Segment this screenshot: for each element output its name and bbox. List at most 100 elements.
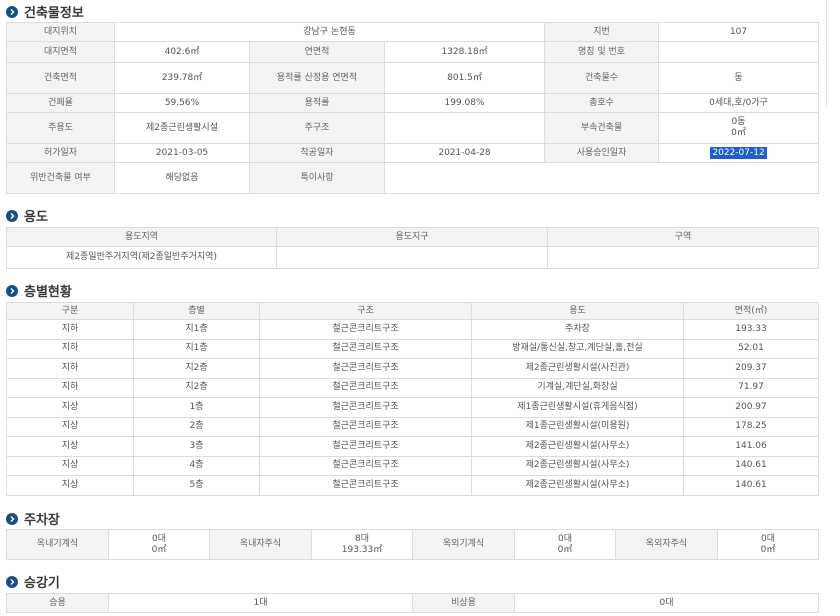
value-name-number — [658, 41, 820, 63]
cell-division: 지하 — [6, 377, 134, 398]
building-info-table: 대지위치 강남구 논현동 지번 107 대지면적 402.6㎡ 연면적 1328… — [6, 22, 820, 194]
cell-area: 178.25 — [683, 416, 819, 437]
cell-area: 209.37 — [683, 358, 819, 379]
cell-structure: 철근콘크리트구조 — [259, 377, 472, 398]
table-row: 지하 지1층 철근콘크리트구조 방재실/통신실,창고,계단실,홀,전실 52.01 — [6, 338, 819, 359]
value-outdoor-self: 0대 0㎡ — [717, 529, 819, 560]
value-outdoor-mechanical: 0대 0㎡ — [514, 529, 616, 560]
section-title-building: 건축물정보 — [6, 2, 84, 21]
table-row: 옥내기계식 0대 0㎡ 옥내자주식 8대 193.33㎡ 옥외기계식 0대 0㎡ 옥외… — [6, 529, 819, 560]
section-title-usage: 용도 — [6, 206, 48, 225]
value-approval-date[interactable]: 2022-07-12 — [658, 143, 820, 163]
cell-division: 지상 — [6, 397, 134, 418]
cell-division: 지상 — [6, 475, 134, 496]
cell-floor: 지2층 — [133, 358, 260, 379]
table-row: 제2종일반주거지역(제2종일반주거지역) — [6, 246, 819, 269]
header-use: 용도 — [471, 302, 684, 320]
table-row: 대지면적 402.6㎡ 연면적 1328.18㎡ 명칭 및 번호 — [6, 41, 820, 63]
label-outdoor-self: 옥외자주식 — [615, 529, 718, 560]
cell-use: 제2종근린생활시설(사무소) — [471, 436, 684, 457]
table-row: 지상 4층 철근콘크리트구조 제2종근린생활시설(사무소) 140.61 — [6, 455, 819, 476]
label-violation: 위반건축물 여부 — [6, 162, 115, 194]
count: 0대 — [557, 533, 572, 544]
header-district: 용도지구 — [276, 227, 548, 247]
count: 0대 — [151, 533, 166, 544]
cell-structure: 철근콘크리트구조 — [259, 358, 472, 379]
annex-area: 0㎡ — [731, 128, 746, 138]
label-passenger: 승용 — [6, 593, 109, 613]
section-title-parking: 주차장 — [6, 509, 60, 528]
area: 193.33㎡ — [341, 544, 383, 555]
cell-use: 주차장 — [471, 319, 684, 340]
table-row: 주용도 제2종근린생활시설 주구조 부속건축물 0동 0㎡ — [6, 112, 820, 144]
label-main-structure: 주구조 — [249, 112, 385, 144]
value-district — [276, 246, 548, 269]
table-row: 허가일자 2021-03-05 착공일자 2021-04-28 사용승인일자 2… — [6, 143, 820, 163]
table-header-row: 구분 층별 구조 용도 면적(㎡) — [6, 302, 819, 320]
value-main-use: 제2종근린생활시설 — [114, 112, 250, 144]
elevator-table: 승용 1대 비상용 0대 — [6, 593, 819, 613]
value-violation: 해당없음 — [114, 162, 250, 194]
value-area — [547, 246, 819, 269]
label-coverage-ratio: 건폐율 — [6, 93, 115, 113]
chevron-right-icon — [6, 575, 18, 588]
cell-floor: 4층 — [133, 455, 260, 476]
value-building-count: 동 — [658, 62, 820, 94]
area: 0㎡ — [151, 544, 167, 555]
table-row: 위반건축물 여부 해당없음 특이사항 — [6, 162, 820, 194]
cell-area: 52.01 — [683, 338, 819, 359]
cell-structure: 철근콘크리트구조 — [259, 319, 472, 340]
cell-division: 지하 — [6, 338, 134, 359]
cell-use: 제2종근린생활시설(사무소) — [471, 475, 684, 496]
value-total-floor-area: 1328.18㎡ — [383, 41, 546, 63]
value-zone: 제2종일반주거지역(제2종일반주거지역) — [6, 246, 277, 269]
label-building-area: 건축면적 — [6, 62, 115, 94]
table-row: 지상 5층 철근콘크리트구조 제2종근린생활시설(사무소) 140.61 — [6, 475, 819, 496]
table-row: 지하 지2층 철근콘크리트구조 제2종근린생활시설(사진관) 209.37 — [6, 358, 819, 379]
floors-table: 구분 층별 구조 용도 면적(㎡) 지하 지1층 철근콘크리트구조 주차장 193.33… — [6, 302, 819, 496]
scrollbar-track — [826, 0, 827, 108]
label-building-count: 건축물수 — [544, 62, 660, 94]
cell-use: 제2종근린생활시설(사진관) — [471, 358, 684, 379]
cell-floor: 지2층 — [133, 377, 260, 398]
label-indoor-self: 옥내자주식 — [209, 529, 312, 560]
table-row: 지하 지1층 철근콘크리트구조 주차장 193.33 — [6, 319, 819, 340]
cell-area: 193.33 — [683, 319, 819, 340]
label-remarks: 특이사항 — [249, 162, 385, 194]
selected-text[interactable]: 2022-07-12 — [710, 146, 767, 159]
parking-table: 옥내기계식 0대 0㎡ 옥내자주식 8대 193.33㎡ 옥외기계식 0대 0㎡ 옥외… — [6, 529, 819, 560]
cell-area: 200.97 — [683, 397, 819, 418]
value-building-area: 239.78㎡ — [114, 62, 250, 94]
cell-division: 지상 — [6, 455, 134, 476]
cell-floor: 5층 — [133, 475, 260, 496]
label-emergency: 비상용 — [412, 593, 515, 613]
table-row: 대지위치 강남구 논현동 지번 107 — [6, 22, 820, 42]
label-start-date: 착공일자 — [249, 143, 385, 163]
annex-count: 0동 — [731, 117, 746, 127]
chevron-right-icon — [6, 284, 18, 297]
label-floor-area-ratio: 용적률 — [249, 93, 385, 113]
section-title-elevator: 승강기 — [6, 572, 60, 591]
table-row: 지상 2층 철근콘크리트구조 제1종근린생활시설(미용원) 178.25 — [6, 416, 819, 437]
table-row: 건폐율 59.56% 용적률 199.08% 총호수 0세대,호/0가구 — [6, 93, 820, 113]
cell-area: 71.97 — [683, 377, 819, 398]
label-main-use: 주용도 — [6, 112, 115, 144]
cell-area: 140.61 — [683, 475, 819, 496]
header-area: 구역 — [547, 227, 819, 247]
cell-structure: 철근콘크리트구조 — [259, 397, 472, 418]
label-site-area: 대지면적 — [6, 41, 115, 63]
value-main-structure — [383, 112, 546, 144]
cell-division: 지하 — [6, 358, 134, 379]
value-site-location: 강남구 논현동 — [113, 22, 546, 42]
usage-table: 용도지역 용도지구 구역 제2종일반주거지역(제2종일반주거지역) — [6, 227, 819, 269]
cell-area: 140.61 — [683, 455, 819, 476]
value-site-area: 402.6㎡ — [114, 41, 250, 63]
cell-structure: 철근콘크리트구조 — [259, 455, 472, 476]
label-lot-number: 지번 — [544, 22, 660, 42]
table-row: 지하 지2층 철근콘크리트구조 기계실,계단실,화장실 71.97 — [6, 377, 819, 398]
header-zone: 용도지역 — [6, 227, 277, 247]
table-row: 지상 1층 철근콘크리트구조 제1종근린생활시설(휴게음식점) 200.97 — [6, 397, 819, 418]
value-far-floor-area: 801.5㎡ — [383, 62, 546, 94]
label-total-units: 총호수 — [544, 93, 660, 113]
cell-floor: 2층 — [133, 416, 260, 437]
